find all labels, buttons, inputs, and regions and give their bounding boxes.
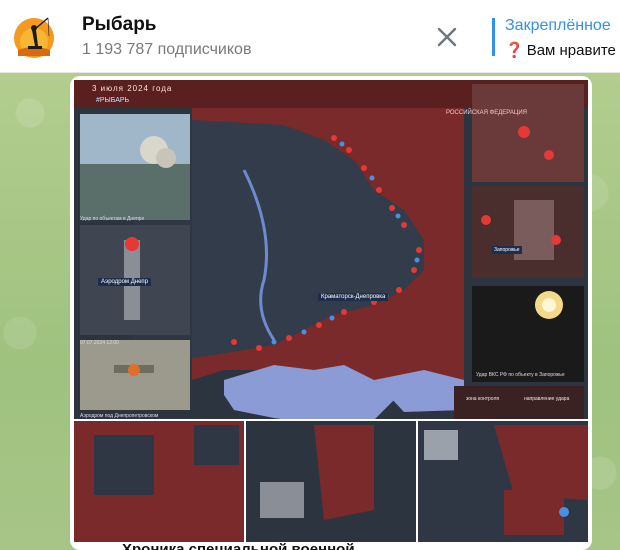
pinned-message-text: Вам нравите bbox=[526, 42, 616, 59]
map-graphic bbox=[74, 80, 588, 542]
inset-caption-1: Удар по объектам в Днепре bbox=[80, 216, 145, 222]
post-image-map[interactable]: 3 июля 2024 года #РЫБАРЬ РОССИЙСКАЯ ФЕДЕ… bbox=[74, 80, 588, 542]
channel-title[interactable]: Рыбарь bbox=[82, 14, 157, 36]
message-bubble[interactable]: 3 июля 2024 года #РЫБАРЬ РОССИЙСКАЯ ФЕДЕ… bbox=[70, 76, 592, 550]
channel-avatar[interactable] bbox=[8, 10, 60, 62]
map-date: 3 июля 2024 года bbox=[92, 84, 173, 93]
pinned-message[interactable]: ❓ Вам нравите bbox=[505, 41, 616, 59]
map-city-label: Краматорск-Днепровка bbox=[318, 293, 389, 301]
inset-caption-3: Аэродром под Днепропетровском bbox=[80, 413, 159, 419]
map-tag: #РЫБАРЬ bbox=[96, 97, 130, 104]
inset-city-label-1: Аэродром Днепр bbox=[98, 278, 152, 286]
question-icon: ❓ bbox=[505, 42, 524, 59]
subscriber-count: 1 193 787 подписчиков bbox=[82, 41, 252, 58]
close-icon[interactable] bbox=[434, 24, 460, 50]
pinned-indicator bbox=[492, 18, 495, 56]
fisherman-logo-icon bbox=[8, 10, 60, 62]
legend-item-2: направление удара bbox=[524, 396, 570, 402]
inset-city-label-3: Запорожье bbox=[492, 246, 522, 254]
inset-caption-2: 07.07.2024 12:00 bbox=[80, 340, 119, 346]
pinned-label[interactable]: Закреплённое bbox=[505, 17, 611, 35]
inset-caption-4: Удар ВКС РФ по объекту в Запорожье bbox=[476, 372, 565, 378]
map-region-label: РОССИЙСКАЯ ФЕДЕРАЦИЯ bbox=[446, 110, 527, 116]
channel-header: Рыбарь 1 193 787 подписчиков Закреплённо… bbox=[0, 0, 620, 73]
post-text: Хроника специальной военной bbox=[122, 541, 355, 550]
legend-item-1: зона контроля bbox=[466, 396, 500, 402]
